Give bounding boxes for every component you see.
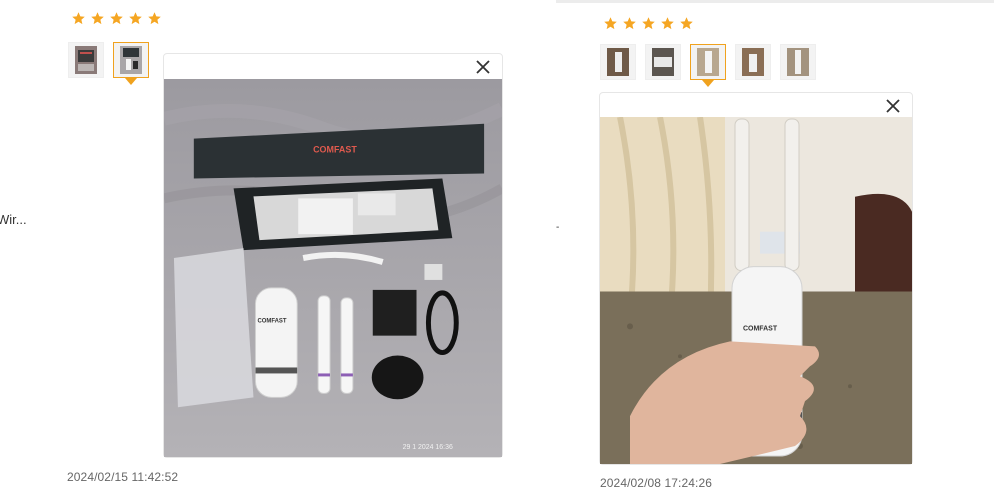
hand-holding-router-photo: COMFAST [600,117,912,464]
close-icon[interactable] [884,97,902,115]
product-photo-thumbnail [607,48,629,76]
clipped-dash: - [556,222,560,233]
star-icon [72,12,85,25]
review-thumbnail[interactable] [735,44,771,80]
unboxed-wifi-router-photo: COMFAST COMFAST 29 1 2024 16:36 [164,79,502,457]
product-photo-thumbnail [742,48,764,76]
review-thumbnail-active[interactable] [690,44,726,80]
review-thumbnails [68,42,149,78]
review-date: 2024/02/15 11:42:52 [67,470,179,484]
review-thumbnail[interactable] [600,44,636,80]
product-photo-thumbnail [787,48,809,76]
box-brand-text: COMFAST [313,145,357,155]
review-thumbnail[interactable] [645,44,681,80]
close-icon[interactable] [474,58,492,76]
product-photo-thumbnail [75,46,97,74]
star-icon [91,12,104,25]
product-photo-thumbnail [120,46,142,74]
star-icon [661,17,674,30]
svg-text:COMFAST: COMFAST [257,319,286,325]
review-photo[interactable]: COMFAST [600,117,912,464]
star-icon [148,12,161,25]
photo-timestamp: 29 1 2024 16:36 [403,444,453,451]
rating-stars [71,11,162,26]
product-photo-thumbnail [652,48,674,76]
device-brand-text: COMFAST [743,325,778,332]
photo-viewer: COMFAST [599,92,913,465]
star-icon [110,12,123,25]
review-thumbnail[interactable] [68,42,104,78]
star-icon [604,17,617,30]
review-thumbnail-active[interactable] [113,42,149,78]
star-icon [642,17,655,30]
star-icon [623,17,636,30]
top-divider [556,0,994,3]
review-photo[interactable]: COMFAST COMFAST 29 1 2024 16:36 [164,79,502,457]
clipped-review-text: Wir... [0,212,27,227]
rating-stars [603,16,694,31]
photo-viewer: COMFAST COMFAST 29 1 2024 16:36 [163,53,503,458]
review-date: 2024/02/08 17:24:26 [600,476,713,490]
product-photo-thumbnail [697,48,719,76]
star-icon [129,12,142,25]
review-thumbnail[interactable] [780,44,816,80]
review-thumbnails [600,44,816,80]
star-icon [680,17,693,30]
